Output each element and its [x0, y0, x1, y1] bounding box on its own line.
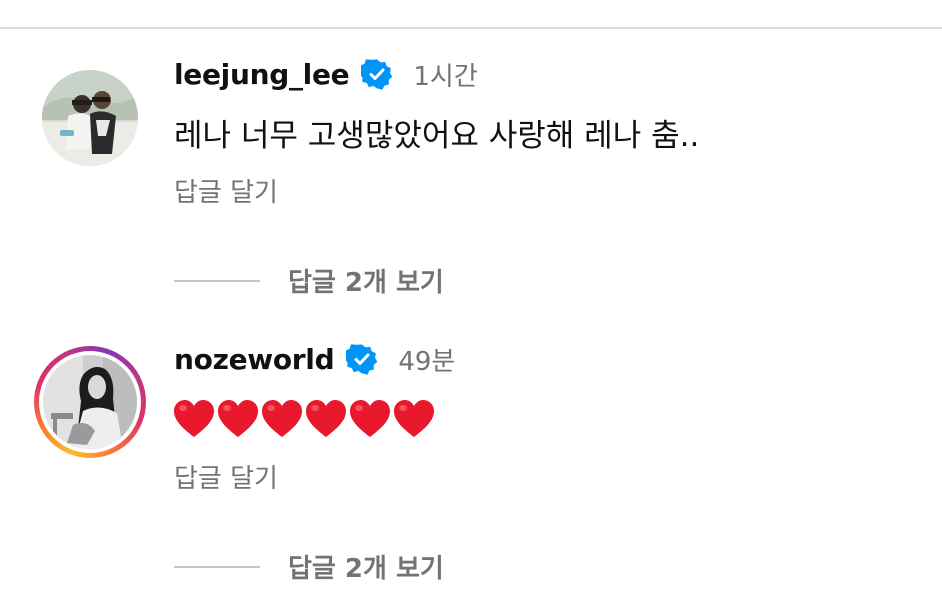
avatar-photo: [43, 355, 137, 449]
verified-badge-icon: [346, 344, 378, 375]
comment-text: 레나 너무 고생많았어요 사랑해 레나 춤..: [174, 118, 700, 154]
timestamp: 49분: [398, 346, 456, 377]
heart-icon: [306, 400, 346, 437]
verified-badge-icon: [361, 59, 393, 90]
heart-icon: [218, 400, 258, 437]
view-replies-label: 답글 2개 보기: [288, 554, 444, 584]
avatar: [43, 355, 137, 449]
divider-line: [174, 279, 260, 282]
avatar[interactable]: [42, 70, 138, 166]
heart-icon: [350, 400, 390, 437]
view-replies-button[interactable]: 답글 2개 보기: [174, 262, 444, 299]
heart-icon: [174, 400, 214, 437]
reply-button[interactable]: 답글 달기: [174, 172, 278, 209]
comment-header: nozeworld 49분: [174, 342, 456, 377]
avatar-story-ring[interactable]: [34, 346, 146, 458]
comment-header: leejung_lee 1시간: [174, 57, 478, 92]
avatar-photo: [42, 70, 138, 166]
top-divider: [0, 27, 942, 29]
heart-icon: [394, 400, 434, 437]
timestamp: 1시간: [413, 61, 478, 92]
view-replies-button[interactable]: 답글 2개 보기: [174, 548, 444, 585]
comment-text: [172, 398, 436, 440]
username[interactable]: leejung_lee: [174, 58, 350, 91]
heart-icon: [262, 400, 302, 437]
divider-line: [174, 565, 260, 568]
view-replies-label: 답글 2개 보기: [288, 268, 444, 298]
username[interactable]: nozeworld: [174, 343, 335, 376]
reply-button[interactable]: 답글 달기: [174, 458, 278, 495]
